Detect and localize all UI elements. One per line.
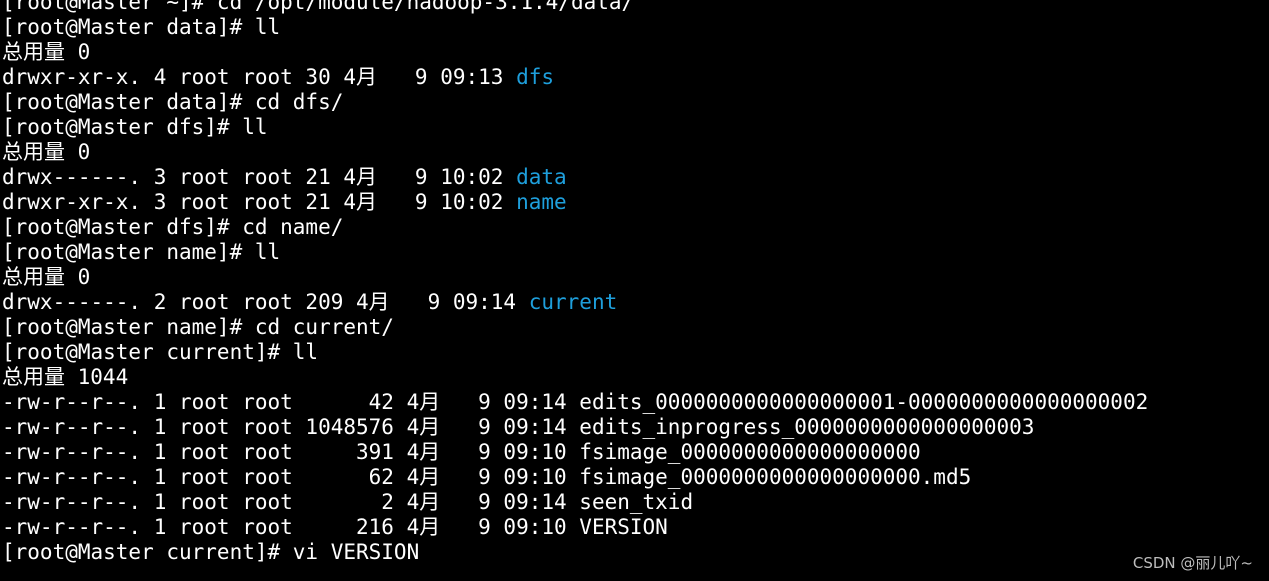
terminal-line-text: 总用量 1044 (2, 365, 129, 389)
terminal-line: [root@Master name]# cd current/ (2, 315, 1267, 340)
terminal-line: -rw-r--r--. 1 root root 2 4月 9 09:14 see… (2, 490, 1267, 515)
terminal-line-text: [root@Master data]# ll (2, 15, 281, 39)
terminal-line: [root@Master current]# vi VERSION (2, 540, 1267, 565)
terminal-line: -rw-r--r--. 1 root root 62 4月 9 09:10 fs… (2, 465, 1267, 490)
terminal-line: [root@Master name]# ll (2, 240, 1267, 265)
terminal-line-text: drwx------. 2 root root 209 4月 9 09:14 (2, 290, 529, 314)
terminal-line-text: -rw-r--r--. 1 root root 1048576 4月 9 09:… (2, 415, 1035, 439)
terminal-line-text: -rw-r--r--. 1 root root 42 4月 9 09:14 ed… (2, 390, 1149, 414)
terminal-line: 总用量 1044 (2, 365, 1267, 390)
terminal-line-text: [root@Master current]# ll (2, 340, 319, 364)
terminal-line: drwxr-xr-x. 4 root root 30 4月 9 09:13 df… (2, 65, 1267, 90)
directory-name: current (528, 290, 618, 314)
csdn-watermark: CSDN @丽儿吖~ (1132, 554, 1253, 572)
terminal-line-text: [root@Master dfs]# cd name/ (2, 215, 344, 239)
terminal-line: [root@Master data]# ll (2, 15, 1267, 40)
terminal-line: drwx------. 2 root root 209 4月 9 09:14 c… (2, 290, 1267, 315)
terminal-line-text: 总用量 0 (2, 265, 91, 289)
directory-name: data (516, 165, 567, 189)
terminal-line-text: [root@Master name]# cd current/ (2, 315, 394, 339)
directory-name: name (516, 190, 567, 214)
terminal-line: [root@Master data]# cd dfs/ (2, 90, 1267, 115)
terminal-line-text: 总用量 0 (2, 140, 91, 164)
terminal-line-text: [root@Master data]# cd dfs/ (2, 90, 344, 114)
terminal-line-text: [root@Master name]# ll (2, 240, 281, 264)
terminal-line: [root@Master ~]# cd /opt/module/hadoop-3… (2, 0, 1267, 15)
terminal-line: -rw-r--r--. 1 root root 1048576 4月 9 09:… (2, 415, 1267, 440)
terminal-line: -rw-r--r--. 1 root root 216 4月 9 09:10 V… (2, 515, 1267, 540)
terminal-line: -rw-r--r--. 1 root root 391 4月 9 09:10 f… (2, 440, 1267, 465)
terminal-line-text: 总用量 0 (2, 40, 91, 64)
terminal-output[interactable]: [root@Master ~]# cd /opt/module/hadoop-3… (2, 0, 1267, 581)
terminal-line: drwx------. 3 root root 21 4月 9 10:02 da… (2, 165, 1267, 190)
terminal-line-text: -rw-r--r--. 1 root root 62 4月 9 09:10 fs… (2, 465, 972, 489)
terminal-line-text: -rw-r--r--. 1 root root 2 4月 9 09:14 see… (2, 490, 694, 514)
terminal-line-text: drwx------. 3 root root 21 4月 9 10:02 (2, 165, 517, 189)
terminal-line: 总用量 0 (2, 140, 1267, 165)
terminal-line: -rw-r--r--. 1 root root 42 4月 9 09:14 ed… (2, 390, 1267, 415)
terminal-line: drwxr-xr-x. 3 root root 21 4月 9 10:02 na… (2, 190, 1267, 215)
terminal-line-text: drwxr-xr-x. 3 root root 21 4月 9 10:02 (2, 190, 517, 214)
terminal-line: [root@Master dfs]# cd name/ (2, 215, 1267, 240)
terminal-line-text: [root@Master ~]# cd /opt/module/hadoop-3… (2, 0, 635, 14)
terminal-line: [root@Master current]# ll (2, 340, 1267, 365)
terminal-line: [root@Master dfs]# ll (2, 115, 1267, 140)
terminal-line-text: [root@Master dfs]# ll (2, 115, 268, 139)
directory-name: dfs (516, 65, 555, 89)
terminal-line-text: -rw-r--r--. 1 root root 391 4月 9 09:10 f… (2, 440, 921, 464)
terminal-line-text: [root@Master current]# vi VERSION (2, 540, 420, 564)
terminal-line-text: -rw-r--r--. 1 root root 216 4月 9 09:10 V… (2, 515, 668, 539)
terminal-line: 总用量 0 (2, 40, 1267, 65)
terminal-line: 总用量 0 (2, 265, 1267, 290)
terminal-line-text: drwxr-xr-x. 4 root root 30 4月 9 09:13 (2, 65, 517, 89)
